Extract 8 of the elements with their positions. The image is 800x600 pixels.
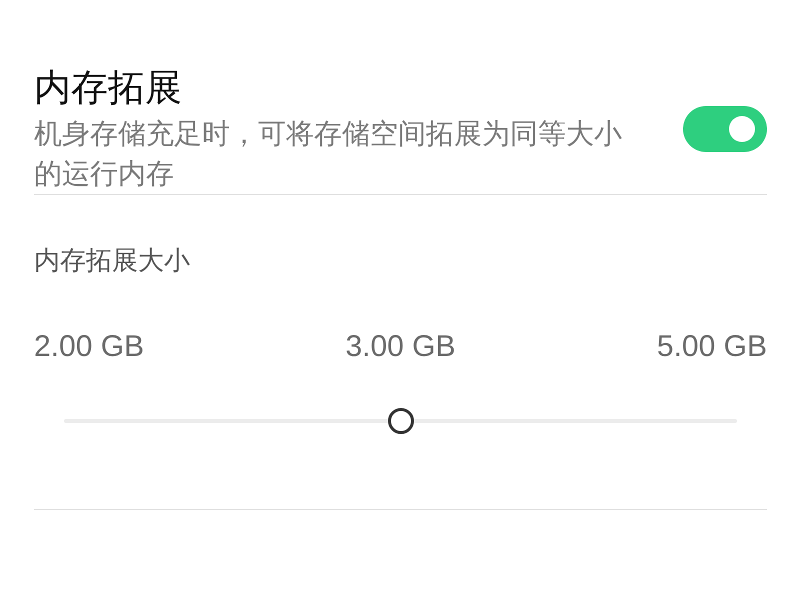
slider-thumb[interactable]	[388, 408, 414, 434]
toggle-switch[interactable]	[683, 106, 767, 152]
size-option-label: 2.00 GB	[34, 329, 144, 365]
size-option-label: 3.00 GB	[345, 329, 456, 365]
setting-title: 内存拓展	[34, 66, 183, 110]
size-option-label: 5.00 GB	[656, 329, 767, 365]
section-heading: 内存拓展大小	[34, 245, 191, 278]
setting-description: 机身存储充足时，可将存储空间拓展为同等大小的运行内存	[34, 116, 623, 192]
